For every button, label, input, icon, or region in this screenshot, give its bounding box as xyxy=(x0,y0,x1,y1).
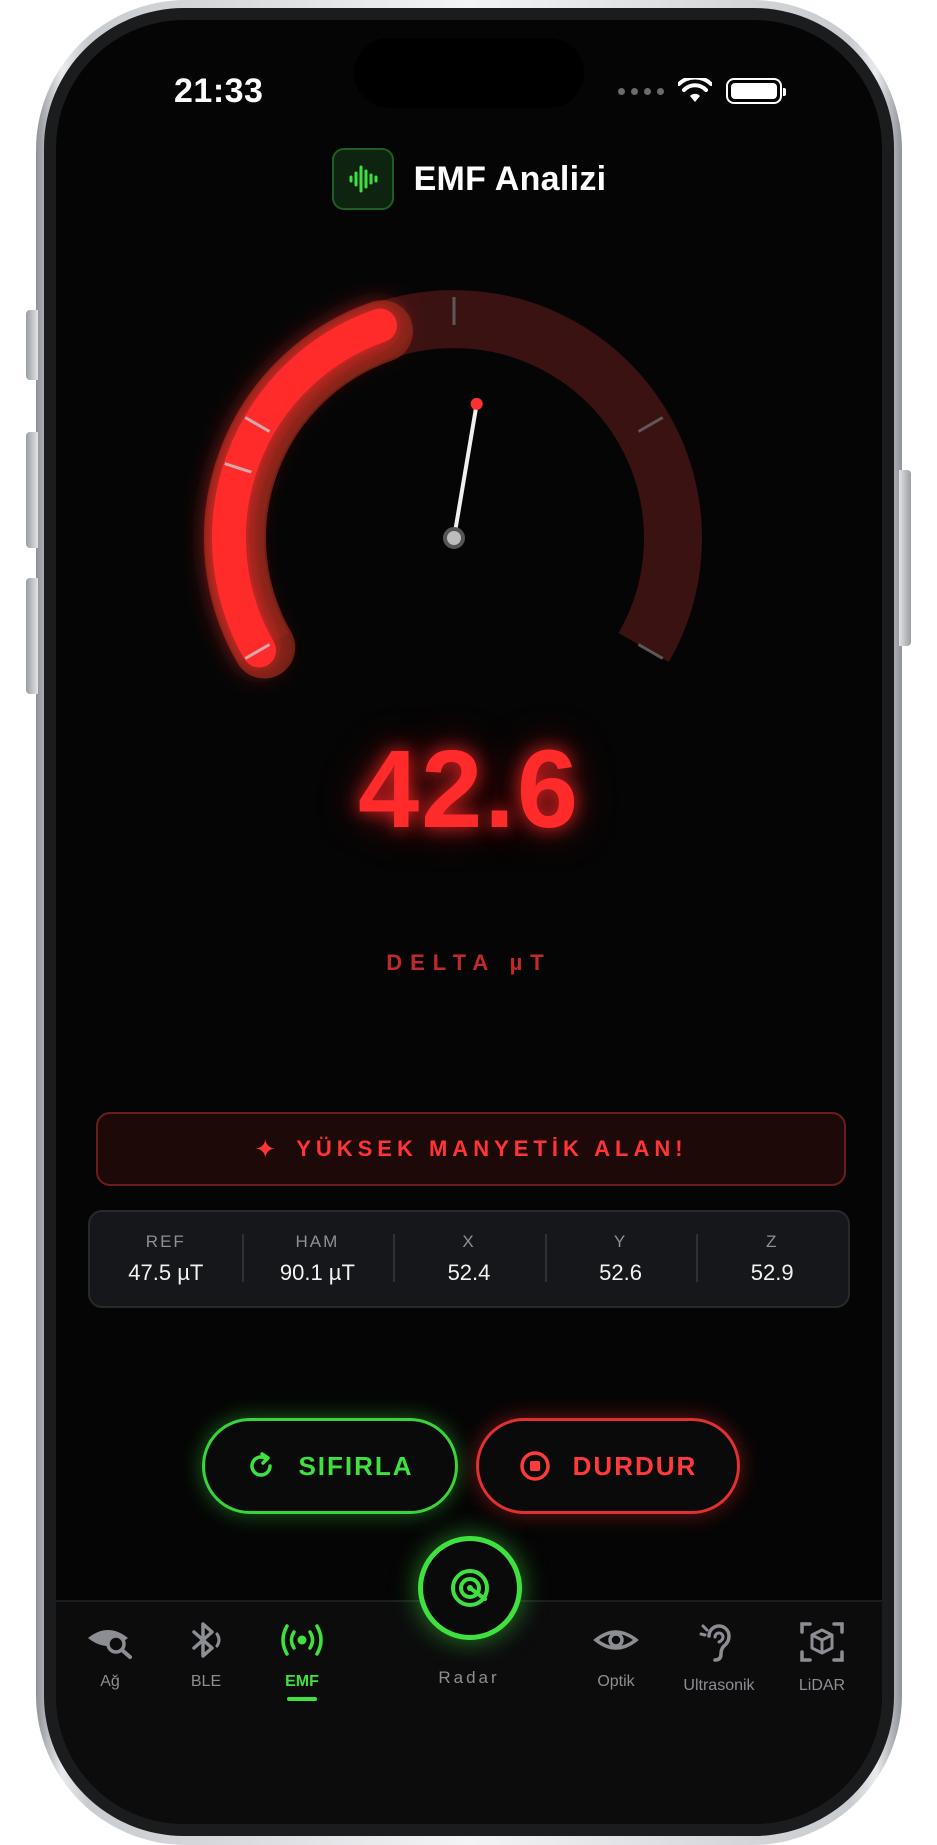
power-button xyxy=(899,470,911,646)
app-screen: 21:33 EMF Analizi 42.6 DELTA µT ✦ YÜKSEK… xyxy=(56,20,882,1824)
action-button xyxy=(26,310,38,380)
tab-label: Ağ xyxy=(100,1673,120,1690)
stat-label: HAM xyxy=(295,1232,340,1251)
waveform-icon xyxy=(331,148,394,210)
sensor-stats: REF 47.5 µT HAM 90.1 µT X 52.4 Y 52.6 Z … xyxy=(88,1210,850,1308)
volume-up-button xyxy=(26,432,38,548)
gauge-needle xyxy=(452,401,479,540)
volume-down-button xyxy=(26,578,38,694)
delta-reading: 42.6 xyxy=(357,728,581,851)
tab-label: Optik xyxy=(597,1673,635,1690)
radar-button[interactable] xyxy=(418,1536,522,1640)
delta-unit: DELTA µT xyxy=(386,950,552,975)
tab-lidar[interactable]: LiDAR xyxy=(772,1620,872,1695)
refresh-icon xyxy=(250,1452,273,1477)
tab-label: LiDAR xyxy=(798,1677,846,1694)
tab-optik[interactable]: Optik xyxy=(566,1620,666,1691)
stat-z: Z 52.9 xyxy=(696,1232,848,1286)
stat-value: 90.1 µT xyxy=(279,1260,355,1285)
stat-value: 52.6 xyxy=(599,1260,642,1285)
network-eye-icon xyxy=(88,1630,132,1659)
stat-value: 52.4 xyxy=(447,1260,491,1285)
emf-gauge xyxy=(204,290,702,679)
eye-icon xyxy=(593,1630,639,1650)
radar-icon xyxy=(451,1569,489,1607)
stop-button[interactable]: DURDUR xyxy=(476,1418,740,1514)
stat-label: REF xyxy=(145,1232,186,1251)
stop-label: DURDUR xyxy=(572,1450,698,1481)
stat-value: 47.5 µT xyxy=(128,1260,204,1285)
needle-hub xyxy=(443,527,465,549)
bluetooth-icon xyxy=(192,1622,221,1658)
tab-label: Ultrasonik xyxy=(683,1677,755,1694)
tab-emf[interactable]: EMF xyxy=(252,1620,352,1701)
alert-text: YÜKSEK MANYETİK ALAN! xyxy=(296,1136,688,1161)
sparkle-icon: ✦ xyxy=(254,1133,277,1164)
page-title: EMF Analizi xyxy=(413,159,607,198)
cellular-signal-icon xyxy=(618,87,664,95)
stat-label: Y xyxy=(613,1232,628,1251)
tab-ag[interactable]: Ağ xyxy=(60,1620,160,1691)
radar-label: Radar xyxy=(438,1668,500,1687)
tab-label: BLE xyxy=(190,1673,222,1690)
cube-scan-icon xyxy=(800,1622,844,1662)
status-time: 21:33 xyxy=(174,72,264,110)
tab-label: EMF xyxy=(285,1673,319,1690)
stat-x: X 52.4 xyxy=(393,1232,545,1286)
active-tab-indicator xyxy=(287,1697,317,1701)
reset-button[interactable]: SIFIRLA xyxy=(202,1418,458,1514)
wifi-icon xyxy=(678,78,712,102)
tab-ultrasonik[interactable]: Ultrasonik xyxy=(669,1620,769,1695)
stat-value: 52.9 xyxy=(750,1260,794,1285)
reset-label: SIFIRLA xyxy=(298,1450,414,1481)
stop-circle-icon xyxy=(519,1451,550,1481)
ear-icon xyxy=(699,1624,731,1662)
stat-y: Y 52.6 xyxy=(544,1232,697,1286)
stat-label: X xyxy=(462,1232,476,1251)
stat-label: Z xyxy=(765,1232,779,1251)
dynamic-island xyxy=(354,38,584,108)
stat-ham: HAM 90.1 µT xyxy=(241,1232,394,1286)
stat-ref: REF 47.5 µT xyxy=(90,1232,242,1286)
status-icons xyxy=(618,78,786,104)
page-header: EMF Analizi xyxy=(56,148,882,210)
tab-ble[interactable]: BLE xyxy=(156,1620,256,1691)
high-field-alert: ✦ YÜKSEK MANYETİK ALAN! xyxy=(96,1112,846,1186)
battery-icon xyxy=(726,78,786,104)
needle-tip xyxy=(470,397,483,410)
broadcast-icon xyxy=(281,1624,323,1656)
